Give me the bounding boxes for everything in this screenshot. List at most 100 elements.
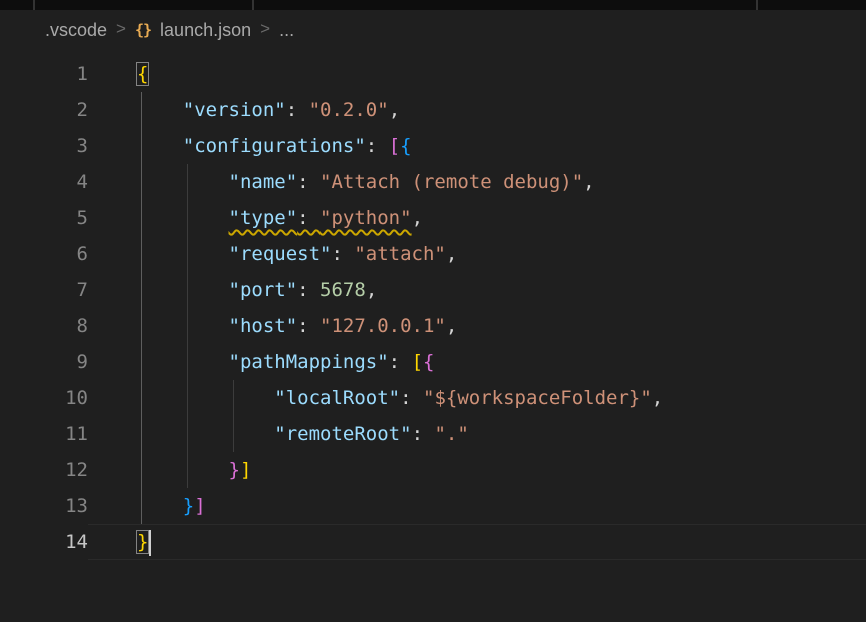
code-line: 9 "pathMappings": [{ [0, 344, 866, 380]
code-token: "version" [183, 99, 286, 121]
indent-guide [141, 344, 142, 380]
line-number[interactable]: 7 [0, 272, 88, 308]
code-line: 2 "version": "0.2.0", [0, 92, 866, 128]
breadcrumb: .vscode > {} launch.json > ... [0, 10, 866, 50]
code-token: , [652, 387, 663, 409]
code-token: "pathMappings" [229, 351, 389, 373]
code-token: : [297, 315, 320, 337]
code-line: 14} [0, 524, 866, 560]
code-token [137, 459, 229, 481]
code-token [137, 495, 183, 517]
code-line-content[interactable]: "remoteRoot": "." [88, 416, 866, 452]
indent-guide [141, 236, 142, 272]
code-line-content[interactable]: "host": "127.0.0.1", [88, 308, 866, 344]
code-token: , [389, 99, 400, 121]
indent-guide [141, 380, 142, 416]
code-line-content[interactable]: "pathMappings": [{ [88, 344, 866, 380]
code-line-content[interactable]: "type": "python", [88, 200, 866, 236]
breadcrumb-item-symbol[interactable]: ... [279, 20, 294, 41]
indent-guide [187, 164, 188, 200]
code-token: "127.0.0.1" [320, 315, 446, 337]
line-number[interactable]: 13 [0, 488, 88, 524]
code-line-content[interactable]: "version": "0.2.0", [88, 92, 866, 128]
line-number[interactable]: 10 [0, 380, 88, 416]
indent-guide [187, 308, 188, 344]
code-token: "name" [229, 171, 298, 193]
indent-guide [141, 452, 142, 488]
code-token: { [400, 135, 411, 157]
code-token [137, 423, 274, 445]
line-number[interactable]: 14 [0, 524, 88, 560]
json-braces-icon: {} [135, 21, 151, 39]
line-number[interactable]: 3 [0, 128, 88, 164]
code-token: , [366, 279, 377, 301]
code-token: "localRoot" [274, 387, 400, 409]
line-number[interactable]: 11 [0, 416, 88, 452]
code-token: { [423, 351, 434, 373]
code-token: : [331, 243, 354, 265]
indent-guide [141, 272, 142, 308]
line-number[interactable]: 5 [0, 200, 88, 236]
code-token: : [297, 171, 320, 193]
code-token: , [446, 243, 457, 265]
code-line: 5 "type": "python", [0, 200, 866, 236]
code-line: 3 "configurations": [{ [0, 128, 866, 164]
breadcrumb-item-folder[interactable]: .vscode [45, 20, 107, 41]
code-line: 10 "localRoot": "${workspaceFolder}", [0, 380, 866, 416]
chevron-right-icon: > [116, 19, 126, 39]
code-line-content[interactable]: "configurations": [{ [88, 128, 866, 164]
code-token [137, 243, 229, 265]
code-line: 8 "host": "127.0.0.1", [0, 308, 866, 344]
code-token [137, 207, 229, 229]
code-token: ] [240, 459, 251, 481]
code-line-content[interactable]: "request": "attach", [88, 236, 866, 272]
indent-guide [187, 200, 188, 236]
code-line-content[interactable]: } [88, 524, 866, 560]
code-line-content[interactable]: }] [88, 488, 866, 524]
code-line: 4 "name": "Attach (remote debug)", [0, 164, 866, 200]
indent-guide [187, 344, 188, 380]
indent-guide [141, 92, 142, 128]
line-number[interactable]: 4 [0, 164, 88, 200]
line-number[interactable]: 1 [0, 56, 88, 92]
code-token: "remoteRoot" [274, 423, 411, 445]
code-line-content[interactable]: "port": 5678, [88, 272, 866, 308]
indent-guide [187, 452, 188, 488]
code-editor[interactable]: 1{2 "version": "0.2.0",3 "configurations… [0, 50, 866, 622]
indent-guide [141, 488, 142, 524]
tab-separator [252, 0, 254, 10]
code-token: "${workspaceFolder}" [423, 387, 652, 409]
code-token: "python" [320, 207, 412, 229]
code-token: } [229, 459, 240, 481]
code-token: : [400, 387, 423, 409]
code-line-content[interactable]: }] [88, 452, 866, 488]
code-token: : [366, 135, 389, 157]
code-line: 11 "remoteRoot": "." [0, 416, 866, 452]
code-token: "request" [229, 243, 332, 265]
line-number[interactable]: 12 [0, 452, 88, 488]
code-line-content[interactable]: "localRoot": "${workspaceFolder}", [88, 380, 866, 416]
line-number[interactable]: 9 [0, 344, 88, 380]
text-cursor [149, 530, 151, 556]
tab-bar-strip [0, 0, 866, 10]
code-line-content[interactable]: { [88, 56, 866, 92]
code-line: 6 "request": "attach", [0, 236, 866, 272]
code-token: : [297, 207, 320, 229]
code-token [137, 99, 183, 121]
tab-separator [33, 0, 35, 10]
code-token: [ [412, 351, 423, 373]
breadcrumb-item-file[interactable]: launch.json [160, 20, 251, 41]
line-number[interactable]: 2 [0, 92, 88, 128]
indent-guide [141, 308, 142, 344]
code-token: : [286, 99, 309, 121]
indent-guide [187, 272, 188, 308]
code-token: , [412, 207, 423, 229]
line-number[interactable]: 8 [0, 308, 88, 344]
code-token: : [389, 351, 412, 373]
code-token: : [412, 423, 435, 445]
code-token: "configurations" [183, 135, 366, 157]
tab-separator [756, 0, 758, 10]
code-token [137, 315, 229, 337]
code-line-content[interactable]: "name": "Attach (remote debug)", [88, 164, 866, 200]
line-number[interactable]: 6 [0, 236, 88, 272]
